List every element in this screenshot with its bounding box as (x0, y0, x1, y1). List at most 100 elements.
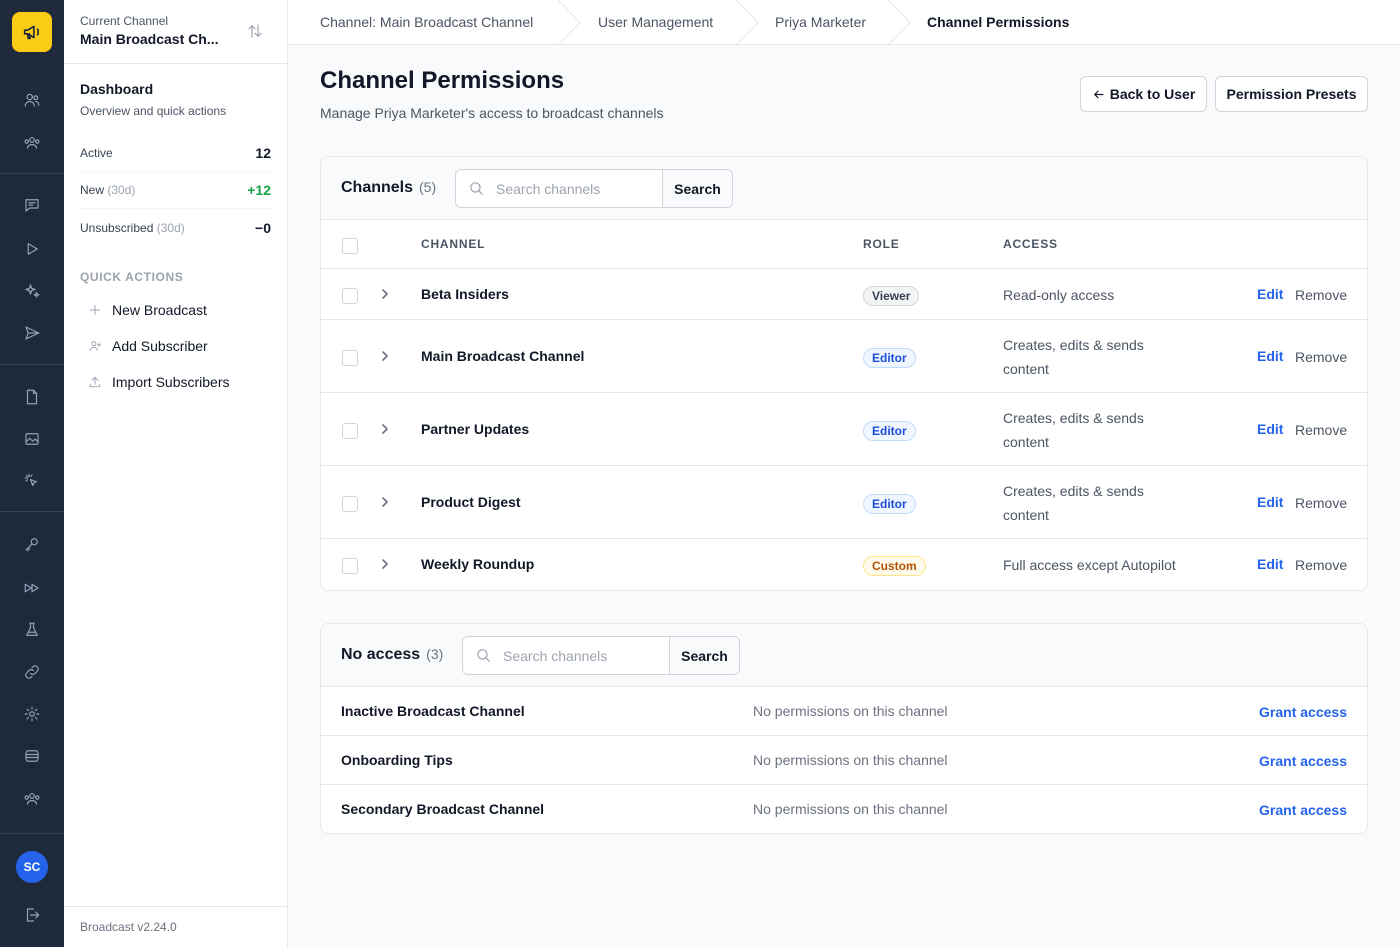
key-icon[interactable] (20, 532, 44, 556)
database-icon[interactable] (20, 744, 44, 768)
channel-name: Inactive Broadcast Channel (341, 703, 525, 719)
channels-title: Channels (341, 179, 414, 196)
edit-link[interactable]: Edit (1257, 494, 1283, 510)
add-subscriber-button[interactable]: Add Subscriber (88, 334, 208, 358)
edit-link[interactable]: Edit (1257, 286, 1283, 302)
document-icon[interactable] (20, 385, 44, 409)
no-access-card-header: No access (3) Search (321, 624, 1367, 687)
select-all-checkbox[interactable] (342, 238, 358, 254)
rail-divider (0, 511, 64, 512)
list-item: Onboarding Tips No permissions on this c… (321, 736, 1367, 785)
channels-search-input[interactable] (456, 170, 662, 207)
flask-icon[interactable] (20, 618, 44, 642)
megaphone-icon[interactable] (12, 12, 52, 52)
column-access: ACCESS (1003, 237, 1058, 251)
role-badge: Viewer (863, 286, 920, 306)
remove-link[interactable]: Remove (1295, 495, 1347, 511)
remove-link[interactable]: Remove (1295, 422, 1347, 438)
chevron-right-icon[interactable] (379, 349, 391, 361)
back-to-user-label: Back to User (1109, 86, 1196, 102)
plus-icon (89, 304, 101, 316)
group-icon[interactable] (20, 787, 44, 811)
avatar[interactable]: SC (16, 851, 48, 883)
remove-link[interactable]: Remove (1295, 287, 1347, 303)
remove-link[interactable]: Remove (1295, 557, 1347, 573)
grant-access-link[interactable]: Grant access (1259, 802, 1347, 818)
chevron-right-icon[interactable] (379, 557, 391, 569)
edit-link[interactable]: Edit (1257, 348, 1283, 364)
messages-icon[interactable] (20, 193, 44, 217)
stat-value: 12 (255, 145, 271, 161)
rail-divider (0, 833, 64, 834)
breadcrumb-user-management[interactable]: User Management (598, 0, 713, 44)
no-access-search: Search (462, 636, 740, 675)
dashboard-title[interactable]: Dashboard (80, 81, 153, 97)
current-channel-label: Current Channel (80, 14, 169, 28)
column-channel: CHANNEL (421, 237, 486, 251)
access-description: Creates, edits & sends content (1003, 410, 1144, 450)
back-to-user-button[interactable]: Back to User (1080, 76, 1207, 112)
breadcrumb-channel[interactable]: Channel: Main Broadcast Channel (320, 0, 533, 44)
breadcrumb-separator-icon (736, 0, 759, 45)
breadcrumb-user[interactable]: Priya Marketer (775, 0, 866, 44)
channel-name: Beta Insiders (421, 286, 509, 302)
team-icon[interactable] (20, 131, 44, 155)
cursor-click-icon[interactable] (20, 469, 44, 493)
users-icon[interactable] (20, 88, 44, 112)
current-channel-name: Main Broadcast Ch... (80, 31, 219, 47)
rail-divider (0, 364, 64, 365)
quick-actions-title: QUICK ACTIONS (80, 270, 184, 284)
rail-divider (0, 173, 64, 174)
channels-count: (5) (419, 179, 437, 195)
chevron-right-icon[interactable] (379, 422, 391, 434)
remove-link[interactable]: Remove (1295, 349, 1347, 365)
row-checkbox[interactable] (342, 496, 358, 512)
channel-switcher[interactable]: Current Channel Main Broadcast Ch... (64, 0, 287, 64)
channel-name: Partner Updates (421, 421, 530, 437)
row-checkbox[interactable] (342, 288, 358, 304)
image-icon[interactable] (20, 427, 44, 451)
row-checkbox[interactable] (342, 558, 358, 574)
stat-suffix: (30d) (107, 183, 136, 197)
row-checkbox[interactable] (342, 423, 358, 439)
breadcrumb-current: Channel Permissions (927, 14, 1070, 30)
quick-action-label: New Broadcast (112, 302, 207, 318)
send-icon[interactable] (20, 321, 44, 345)
dashboard-subtitle: Overview and quick actions (80, 104, 227, 118)
table-row: Weekly Roundup Custom Full access except… (321, 539, 1367, 590)
no-access-search-button[interactable]: Search (670, 637, 739, 674)
column-role: ROLE (863, 237, 900, 251)
link-icon[interactable] (20, 660, 44, 684)
app-version: Broadcast v2.24.0 (80, 920, 177, 934)
channels-search-button[interactable]: Search (663, 170, 732, 207)
row-checkbox[interactable] (342, 350, 358, 366)
stat-suffix: (30d) (156, 220, 185, 235)
no-access-count: (3) (426, 646, 444, 662)
permission-presets-button[interactable]: Permission Presets (1215, 76, 1368, 112)
new-broadcast-button[interactable]: New Broadcast (88, 298, 207, 322)
fast-forward-icon[interactable] (20, 576, 44, 600)
edit-link[interactable]: Edit (1257, 556, 1283, 572)
search-icon (470, 182, 483, 195)
grant-access-link[interactable]: Grant access (1259, 753, 1347, 769)
sidebar: Current Channel Main Broadcast Ch... Das… (64, 0, 288, 947)
page-subtitle: Manage Priya Marketer's access to broadc… (320, 105, 664, 121)
arrow-left-icon (1093, 90, 1104, 98)
play-icon[interactable] (20, 237, 44, 261)
grant-access-link[interactable]: Grant access (1259, 704, 1347, 720)
chevron-right-icon[interactable] (379, 287, 391, 299)
channel-name: Product Digest (421, 494, 521, 510)
stat-new: New (30d) +12 (80, 172, 271, 209)
chevron-right-icon[interactable] (379, 495, 391, 507)
gear-icon[interactable] (20, 702, 44, 726)
role-badge: Custom (863, 556, 926, 576)
logout-icon[interactable] (20, 903, 44, 927)
access-description: Creates, edits & sends content (1003, 337, 1144, 377)
sparkles-icon[interactable] (20, 279, 44, 303)
no-access-search-input[interactable] (463, 637, 669, 674)
channels-card: Channels (5) Search CHANNEL ROLE ACCESS B… (320, 156, 1368, 591)
breadcrumb-separator-icon (558, 0, 581, 45)
edit-link[interactable]: Edit (1257, 421, 1283, 437)
import-subscribers-button[interactable]: Import Subscribers (88, 370, 229, 394)
swap-arrows-icon[interactable] (246, 22, 264, 43)
